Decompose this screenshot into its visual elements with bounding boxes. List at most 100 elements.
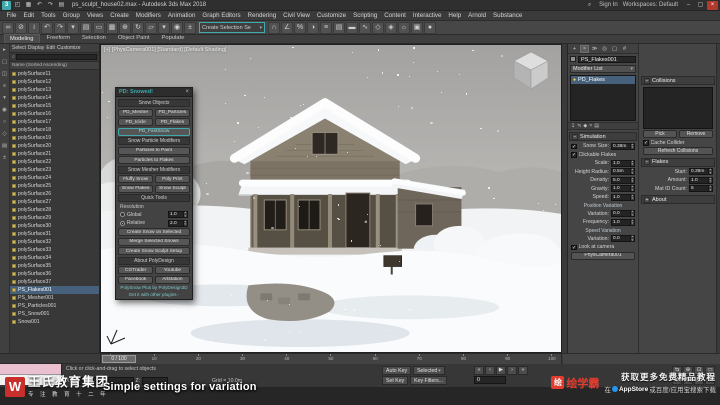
look-at-camera-checkbox[interactable] xyxy=(571,244,577,250)
remove-button[interactable]: Remove xyxy=(679,130,713,139)
pd-fastsnow-button[interactable]: PD_FastSnow xyxy=(118,127,190,136)
go-to-start-icon[interactable]: « xyxy=(474,366,484,375)
menu-customize[interactable]: Customize xyxy=(313,12,349,19)
settings-tool-icon[interactable]: ± xyxy=(1,154,9,162)
spinner-arrows-icon[interactable]: ▴ ▾ xyxy=(707,167,712,175)
scale-spinner[interactable]: 1.0 ▴ ▾ xyxy=(611,159,635,167)
project-folder-icon[interactable]: ▤ xyxy=(57,1,66,10)
start-spinner[interactable]: 0.39m ▴ ▾ xyxy=(689,167,713,176)
toggle-ribbon-icon[interactable]: ▬ xyxy=(346,21,358,34)
pd-icicle-button[interactable]: PD_Icicle xyxy=(118,118,154,126)
pin-stack-icon[interactable]: ↧ xyxy=(571,123,575,129)
menu-edit[interactable]: Edit xyxy=(20,12,38,19)
relative-radio[interactable] xyxy=(120,220,125,226)
select-and-rotate-icon[interactable]: ↻ xyxy=(132,21,144,34)
fluffy-snow-button[interactable]: Fluffy Snow xyxy=(118,175,154,183)
spinner-arrows-icon[interactable]: ▴ ▾ xyxy=(629,142,634,149)
display-tool-icon[interactable]: ◫ xyxy=(1,70,9,78)
viewcube[interactable] xyxy=(511,49,551,91)
workspaces-dropdown[interactable]: Workspaces: Default xyxy=(623,2,678,8)
explorer-item[interactable]: polySurface22 xyxy=(10,158,99,166)
select-and-move-icon[interactable]: ⊕ xyxy=(119,21,131,34)
explorer-item[interactable]: polySurface16 xyxy=(10,110,99,118)
explorer-item[interactable]: polySurface20 xyxy=(10,142,99,150)
pd-mesher-button[interactable]: PD_Mesher xyxy=(118,108,154,117)
variation-spinner[interactable]: 0.0 ▴ ▾ xyxy=(611,209,635,218)
explorer-item[interactable]: polySurface26 xyxy=(10,190,99,198)
explorer-item[interactable]: PS_Particles001 xyxy=(10,302,99,310)
search-icon[interactable]: ⌕ xyxy=(585,1,594,10)
spinner-arrows-icon[interactable]: ▴ ▾ xyxy=(629,159,634,166)
explorer-item[interactable]: polySurface17 xyxy=(10,118,99,126)
explorer-item[interactable]: polySurface34 xyxy=(10,254,99,262)
modifier-list-dropdown[interactable]: Modifier List ▾ xyxy=(570,65,636,73)
current-frame-field[interactable]: 0 xyxy=(474,376,506,384)
menu-tools[interactable]: Tools xyxy=(38,12,59,19)
spinner-arrows-icon[interactable]: ▴ ▾ xyxy=(629,167,634,175)
render-production-icon[interactable]: ● xyxy=(424,21,436,34)
poly-print-button[interactable]: Poly Print xyxy=(154,175,190,183)
material-editor-icon[interactable]: ◈ xyxy=(385,21,397,34)
listener-macro-line[interactable] xyxy=(0,364,61,375)
utilities-tab[interactable]: # xyxy=(620,45,629,53)
frequency-spinner[interactable]: 1.0 ▴ ▾ xyxy=(611,218,635,226)
explorer-item[interactable]: polySurface23 xyxy=(10,166,99,174)
key-filters-button[interactable]: Key Filters... xyxy=(410,376,447,385)
select-by-name-icon[interactable]: ▤ xyxy=(80,21,92,34)
snow-sculpt-button[interactable]: Snow Sculpt xyxy=(154,184,190,193)
lock-tool-icon[interactable]: ◉ xyxy=(1,106,9,114)
viewport-label[interactable]: [+] [PhysCamera001] [Standard] [Default … xyxy=(104,47,226,53)
configure-modifier-sets-icon[interactable]: ▤ xyxy=(594,123,599,129)
density-spinner[interactable]: 5.0 ▴ ▾ xyxy=(611,176,635,184)
spinner-arrows-icon[interactable]: ▴ ▾ xyxy=(629,184,634,192)
particles-to-paint-button[interactable]: Particles to Paint xyxy=(118,146,190,155)
selection-filter-dropdown-icon[interactable]: ▾ xyxy=(67,21,79,34)
variation-spinner[interactable]: 0.0 ▴ ▾ xyxy=(611,234,635,243)
freeze-tool-icon[interactable]: ◇ xyxy=(1,130,9,138)
explorer-item[interactable]: polySurface21 xyxy=(10,150,99,158)
cgtrader-button[interactable]: CGTrader xyxy=(118,266,154,274)
next-frame-icon[interactable]: › xyxy=(507,366,517,375)
pd-flakes-button[interactable]: PD_Flakes xyxy=(154,118,190,126)
snow-flakes-button[interactable]: Snow Flakes xyxy=(118,184,154,193)
ribbon-tab-modeling[interactable]: Modeling xyxy=(4,34,40,43)
snaps-toggle-icon[interactable]: ∩ xyxy=(268,21,280,34)
pd-particles-button[interactable]: PD_Particles xyxy=(154,108,190,117)
gravity-spinner[interactable]: 1.0 ▴ ▾ xyxy=(611,184,635,193)
show-end-result-icon[interactable]: ≒ xyxy=(577,123,581,129)
toggle-layer-explorer-icon[interactable]: ▤ xyxy=(333,21,345,34)
explorer-item[interactable]: polySurface29 xyxy=(10,214,99,222)
menu-group[interactable]: Group xyxy=(59,12,83,19)
explorer-item[interactable]: polySurface19 xyxy=(10,134,99,142)
previous-frame-icon[interactable]: ‹ xyxy=(485,366,495,375)
open-file-icon[interactable]: ◰ xyxy=(13,1,22,10)
undo-icon[interactable]: ↶ xyxy=(41,21,53,34)
select-tool-icon[interactable]: ▢ xyxy=(1,58,9,66)
close-button[interactable]: × xyxy=(707,0,718,10)
spinner-arrows-icon[interactable]: ▴ ▾ xyxy=(629,176,634,183)
explorer-item[interactable]: polySurface33 xyxy=(10,246,99,254)
camera-viewport[interactable]: [+] [PhysCamera001] [Standard] [Default … xyxy=(100,44,562,353)
menu-substance[interactable]: Substance xyxy=(490,12,526,19)
global-radio[interactable] xyxy=(120,212,125,217)
menu-content[interactable]: Content xyxy=(381,12,410,19)
merge-selected-snows-button[interactable]: Merge Selected Snows xyxy=(118,237,190,246)
edit-tool-icon[interactable]: ≡ xyxy=(1,82,9,90)
spinner-arrows-icon[interactable]: ▴ ▾ xyxy=(707,184,712,192)
explorer-item[interactable]: Snow001 xyxy=(10,318,99,326)
angle-snap-toggle-icon[interactable]: ∠ xyxy=(281,21,293,34)
selected-dropdown[interactable]: Selected ▾ xyxy=(413,366,445,375)
explorer-menu-edit[interactable]: Edit xyxy=(46,45,55,51)
menu-file[interactable]: File xyxy=(3,12,20,19)
snow-size-spinner[interactable]: 0.38m ▴ ▾ xyxy=(611,142,635,150)
height-radius-spinner[interactable]: 0.5m ▴ ▾ xyxy=(611,167,635,176)
rendered-frame-window-icon[interactable]: ▣ xyxy=(411,21,423,34)
mirror-icon[interactable]: ◑ xyxy=(307,21,319,34)
menu-create[interactable]: Create xyxy=(107,12,133,19)
reference-coordinate-dropdown-icon[interactable]: ▾ xyxy=(158,21,170,34)
make-unique-icon[interactable]: ◆ xyxy=(583,123,587,129)
save-file-icon[interactable]: ▦ xyxy=(24,1,33,10)
bind-to-space-warp-icon[interactable]: ≀ xyxy=(28,21,40,34)
explorer-menu-select[interactable]: Select xyxy=(12,45,26,51)
explorer-item[interactable]: polySurface24 xyxy=(10,174,99,182)
